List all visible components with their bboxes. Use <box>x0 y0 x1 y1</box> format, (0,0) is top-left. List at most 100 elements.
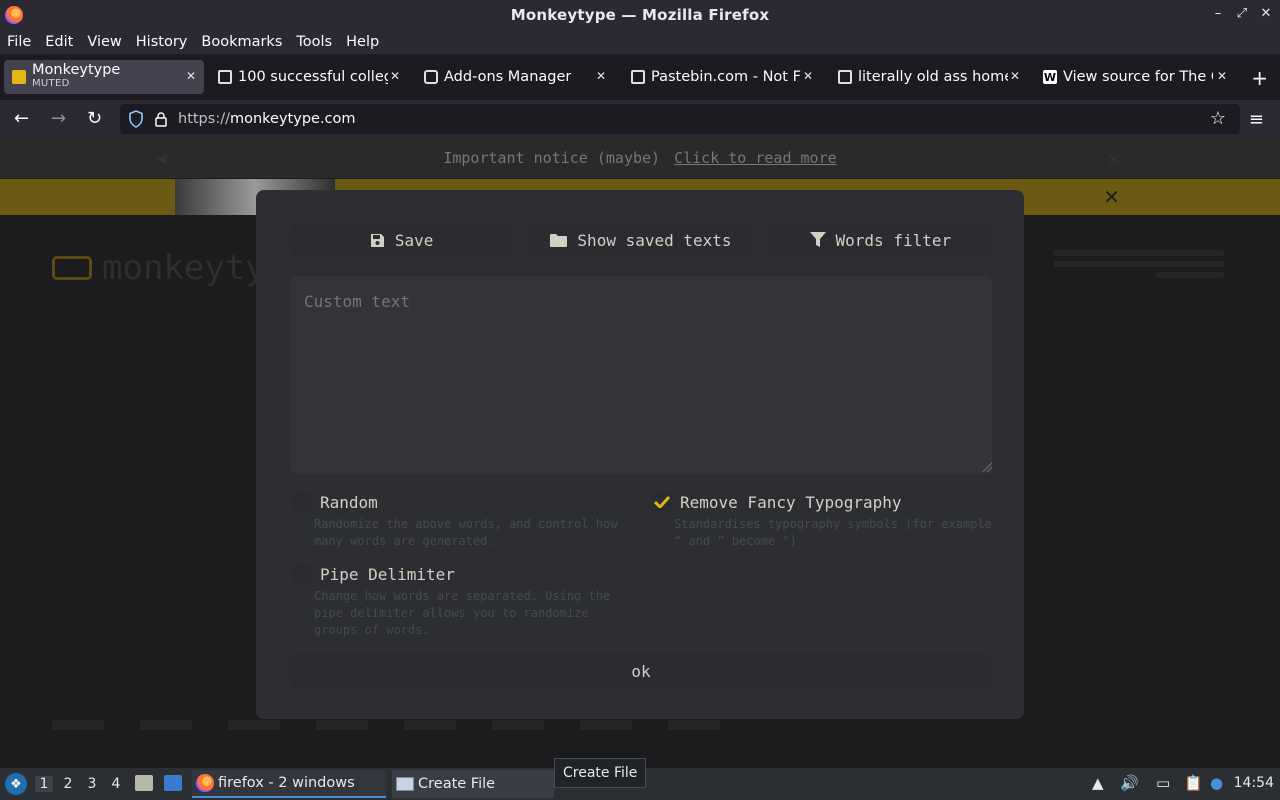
remove-fancy-typography-checkbox[interactable] <box>652 492 672 512</box>
file-manager-icon[interactable] <box>135 775 153 791</box>
menu-file[interactable]: File <box>7 34 31 50</box>
url-bar[interactable]: https://monkeytype.com ☆ <box>120 104 1240 134</box>
tab-close-icon[interactable]: ✕ <box>803 69 813 83</box>
option-remove-fancy-typography: Remove Fancy Typography Standardises typ… <box>652 492 992 550</box>
option-title: Random <box>320 492 378 512</box>
notice-banner: ◀ Important notice (maybe) Click to read… <box>0 138 1280 178</box>
desktop-icon[interactable] <box>164 775 182 791</box>
footer-links <box>52 720 1232 736</box>
close-promo-icon[interactable]: ✕ <box>1103 185 1120 209</box>
tab-college[interactable]: 100 successful college ✕ <box>218 60 408 94</box>
tab-label: Pastebin.com - Not Fo <box>651 69 801 85</box>
task-label: Create File <box>418 776 496 792</box>
tab-close-icon[interactable]: ✕ <box>390 69 400 83</box>
tab-label: Monkeytype <box>32 63 121 77</box>
show-saved-texts-button[interactable]: Show saved texts <box>529 222 753 258</box>
option-description: Standardises typography symbols (for exa… <box>674 517 992 548</box>
megaphone-icon: ◀ <box>156 147 167 169</box>
save-button[interactable]: Save <box>290 222 514 258</box>
back-button[interactable]: ← <box>14 108 29 129</box>
tab-label: 100 successful college <box>238 69 388 85</box>
monkeytype-favicon-icon <box>12 70 26 84</box>
tooltip: Create File <box>554 758 647 788</box>
tab-addons[interactable]: Add-ons Manager ✕ <box>424 60 614 94</box>
workspace-3[interactable]: 3 <box>83 776 101 792</box>
tab-close-icon[interactable]: ✕ <box>1217 69 1227 83</box>
random-checkbox[interactable] <box>292 492 312 512</box>
tracking-shield-icon[interactable] <box>128 110 144 128</box>
folder-icon <box>550 234 568 247</box>
menu-view[interactable]: View <box>87 34 121 50</box>
menu-edit[interactable]: Edit <box>45 34 73 50</box>
tab-pastebin[interactable]: Pastebin.com - Not Fo ✕ <box>631 60 821 94</box>
custom-text-input[interactable] <box>290 276 992 474</box>
tab-close-icon[interactable]: ✕ <box>186 69 196 83</box>
forward-button[interactable]: → <box>51 108 66 129</box>
filter-icon <box>809 232 826 247</box>
words-filter-button[interactable]: Words filter <box>768 222 992 258</box>
workspace-4[interactable]: 4 <box>107 776 125 792</box>
new-tab-button[interactable]: + <box>1251 66 1268 90</box>
url-prefix: https:// <box>178 111 230 127</box>
option-pipe-delimiter: Pipe Delimiter Change how words are sepa… <box>292 564 632 639</box>
start-menu-icon[interactable]: ❖ <box>5 773 27 795</box>
pipe-delimiter-checkbox[interactable] <box>292 564 312 584</box>
workspace-1[interactable]: 1 <box>35 776 53 792</box>
reload-button[interactable]: ↻ <box>87 108 102 129</box>
page-favicon-icon <box>838 70 852 84</box>
restore-button[interactable]: ⤢ <box>1236 6 1248 21</box>
tab-label: View source for The Ca <box>1063 69 1213 85</box>
tab-close-icon[interactable]: ✕ <box>596 69 606 83</box>
page-favicon-icon <box>218 70 232 84</box>
menu-bar: File Edit View History Bookmarks Tools H… <box>0 30 1280 54</box>
tab-view-source[interactable]: W View source for The Ca ✕ <box>1043 60 1235 94</box>
keyboard-logo-icon <box>52 256 92 280</box>
tab-label: literally old ass homew <box>858 69 1008 85</box>
floppy-disk-icon <box>370 233 384 247</box>
firefox-logo-icon <box>5 6 23 24</box>
task-create-file[interactable]: Create File <box>392 770 554 798</box>
updates-icon[interactable]: ● <box>1210 774 1223 792</box>
bookmark-star-icon[interactable]: ☆ <box>1210 108 1226 129</box>
close-notice-icon[interactable]: ✕ <box>1108 146 1120 170</box>
ok-button[interactable]: ok <box>290 653 992 689</box>
resize-grip-icon[interactable] <box>982 462 992 472</box>
tab-close-icon[interactable]: ✕ <box>1010 69 1020 83</box>
url-text[interactable]: https://monkeytype.com <box>178 111 356 127</box>
option-random: Random Randomize the above words, and co… <box>292 492 632 550</box>
tray-arrow-icon[interactable]: ▲ <box>1092 774 1104 792</box>
notice-link[interactable]: Click to read more <box>674 149 837 167</box>
task-firefox[interactable]: firefox - 2 windows <box>192 770 386 798</box>
monkeytype-logo[interactable]: monkeyty <box>52 248 266 288</box>
option-description: Randomize the above words, and control h… <box>314 517 618 548</box>
window-controls: – ⤢ ✕ <box>1212 6 1272 21</box>
option-description: Change how words are separated. Using th… <box>314 589 611 637</box>
clipboard-icon[interactable]: 📋 <box>1184 774 1203 792</box>
tab-muted-label: MUTED <box>32 78 70 89</box>
account-area <box>1054 250 1224 290</box>
tab-monkeytype[interactable]: Monkeytype MUTED ✕ <box>4 60 204 94</box>
custom-text-modal: Save Show saved texts Words filter Rando… <box>256 190 1024 719</box>
minimize-button[interactable]: – <box>1212 6 1224 21</box>
menu-bookmarks[interactable]: Bookmarks <box>201 34 282 50</box>
save-label: Save <box>394 230 434 250</box>
words-filter-label: Words filter <box>835 230 952 250</box>
menu-help[interactable]: Help <box>346 34 379 50</box>
firefox-icon <box>196 774 214 792</box>
check-icon <box>654 496 670 508</box>
network-icon[interactable]: ▭ <box>1156 774 1170 792</box>
volume-icon[interactable]: 🔊 <box>1120 774 1139 792</box>
close-window-button[interactable]: ✕ <box>1260 6 1272 21</box>
app-menu-button[interactable]: ≡ <box>1249 109 1264 130</box>
window-title: Monkeytype — Mozilla Firefox <box>510 6 770 24</box>
window-titlebar: Monkeytype — Mozilla Firefox – ⤢ ✕ <box>0 0 1280 30</box>
menu-tools[interactable]: Tools <box>296 34 332 50</box>
tab-bar: Monkeytype MUTED ✕ 100 successful colleg… <box>0 54 1280 100</box>
window-icon <box>396 777 414 791</box>
menu-history[interactable]: History <box>136 34 188 50</box>
page-favicon-icon <box>631 70 645 84</box>
clock[interactable]: 14:54 <box>1234 775 1274 791</box>
tab-homework[interactable]: literally old ass homew ✕ <box>838 60 1028 94</box>
workspace-2[interactable]: 2 <box>59 776 77 792</box>
lock-icon[interactable] <box>154 111 168 127</box>
